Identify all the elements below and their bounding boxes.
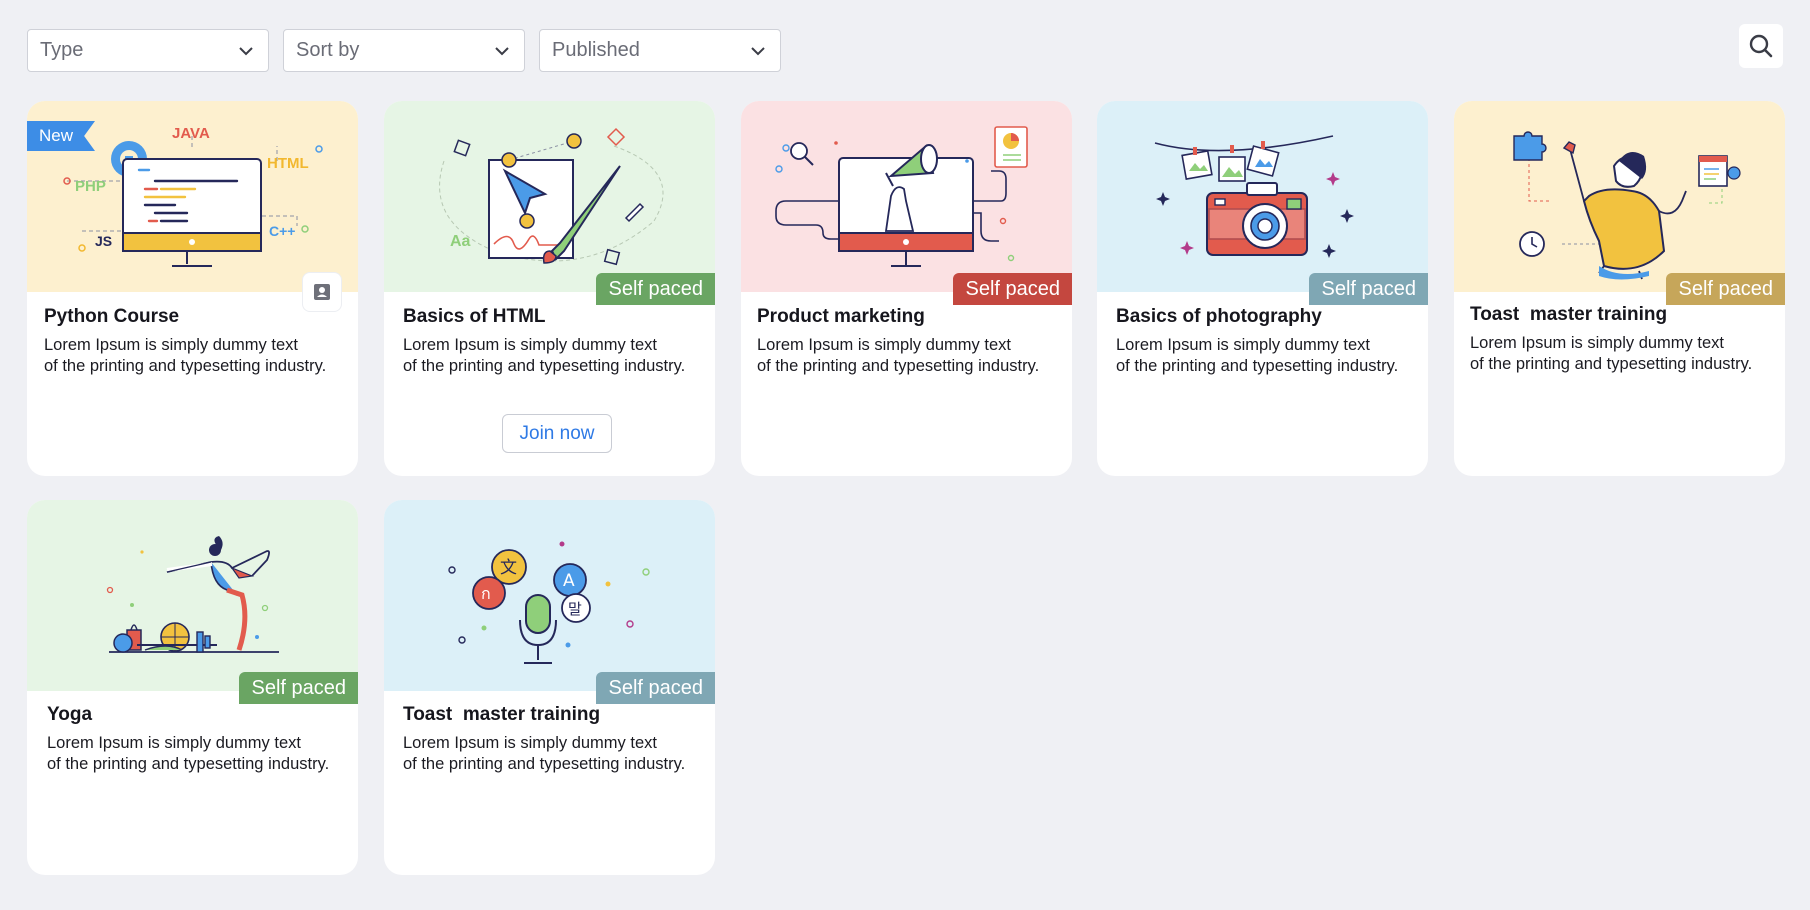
course-card-html[interactable]: Aa Self paced Basics of HTML Lorem Ipsum…	[384, 101, 715, 476]
languages-illustration: 文 ก A 말	[448, 541, 650, 664]
course-card-yoga[interactable]: Self paced Yoga Lorem Ipsum is simply du…	[27, 500, 358, 875]
course-description: Lorem Ipsum is simply dummy text of the …	[1470, 333, 1770, 375]
course-description: Lorem Ipsum is simply dummy text of the …	[44, 335, 344, 377]
svg-text:A: A	[563, 571, 575, 591]
sort-by-dropdown[interactable]: Sort by	[283, 29, 525, 72]
description-line: of the printing and typesetting industry…	[403, 755, 686, 773]
course-illustration-languages: 文 ก A 말 Self paced	[384, 500, 715, 704]
self-paced-badge: Self paced	[953, 273, 1072, 305]
svg-text:말: 말	[568, 600, 582, 618]
description-line: of the printing and typesetting industry…	[1116, 357, 1399, 375]
contact-card-icon[interactable]	[303, 273, 341, 311]
course-title: Product marketing	[757, 306, 925, 327]
course-description: Lorem Ipsum is simply dummy text of the …	[757, 335, 1057, 377]
course-illustration-design: Aa Self paced	[384, 101, 715, 305]
contact-card-icon-glyph	[314, 284, 330, 300]
course-title: Python Course	[44, 306, 180, 327]
design-illustration: Aa	[439, 127, 664, 266]
type-filter-label: Type	[40, 39, 84, 61]
aa-label: Aa	[450, 233, 471, 250]
js-label: JS	[95, 233, 112, 249]
course-illustration-presenter: Self paced	[1454, 101, 1785, 305]
filter-toolbar: Type Sort by Published	[0, 0, 1810, 100]
description-line: Lorem Ipsum is simply dummy text	[47, 734, 301, 752]
course-description: Lorem Ipsum is simply dummy text of the …	[403, 335, 703, 377]
chevron-down-icon	[239, 46, 253, 55]
published-filter-dropdown[interactable]: Published	[539, 29, 781, 72]
course-illustration-yoga: Self paced	[27, 500, 358, 704]
chevron-down-icon	[495, 46, 509, 55]
presenter-illustration	[1513, 131, 1741, 280]
sort-by-label: Sort by	[296, 39, 360, 61]
join-now-button[interactable]: Join now	[502, 414, 612, 453]
course-title: Yoga	[47, 704, 93, 725]
self-paced-badge: Self paced	[596, 273, 715, 305]
course-title: Basics of HTML	[403, 306, 546, 327]
description-line: Lorem Ipsum is simply dummy text	[44, 336, 298, 354]
course-card-python[interactable]: JAVA HTML PHP JS C++ New Python Course L…	[27, 101, 358, 476]
svg-text:文: 文	[500, 558, 517, 578]
course-description: Lorem Ipsum is simply dummy text of the …	[403, 733, 703, 775]
search-button[interactable]	[1739, 24, 1783, 68]
course-card-toastmaster-languages[interactable]: 文 ก A 말 Self paced Toast master training…	[384, 500, 715, 875]
yoga-illustration	[106, 536, 279, 653]
self-paced-badge: Self paced	[239, 672, 358, 704]
search-icon	[1749, 34, 1773, 58]
cpp-label: C++	[269, 223, 295, 239]
published-filter-label: Published	[552, 39, 640, 61]
type-filter-dropdown[interactable]: Type	[27, 29, 269, 72]
description-line: Lorem Ipsum is simply dummy text	[403, 734, 657, 752]
photography-illustration	[1154, 135, 1354, 258]
description-line: Lorem Ipsum is simply dummy text	[1470, 334, 1724, 352]
svg-text:ก: ก	[481, 584, 491, 603]
php-label: PHP	[75, 178, 106, 195]
description-line: Lorem Ipsum is simply dummy text	[1116, 336, 1370, 354]
java-label: JAVA	[172, 125, 210, 142]
description-line: Lorem Ipsum is simply dummy text	[757, 336, 1011, 354]
description-line: of the printing and typesetting industry…	[403, 357, 686, 375]
course-card-toastmaster[interactable]: Self paced Toast master training Lorem I…	[1454, 101, 1785, 476]
course-description: Lorem Ipsum is simply dummy text of the …	[47, 733, 347, 775]
description-line: Lorem Ipsum is simply dummy text	[403, 336, 657, 354]
course-illustration-coding: JAVA HTML PHP JS C++ New	[27, 101, 358, 292]
course-illustration-marketing: Self paced	[741, 101, 1072, 305]
course-illustration-photography: Self paced	[1097, 101, 1428, 305]
html-label: HTML	[267, 155, 309, 172]
description-line: of the printing and typesetting industry…	[1470, 355, 1753, 373]
marketing-illustration	[775, 126, 1028, 267]
description-line: of the printing and typesetting industry…	[757, 357, 1040, 375]
course-title: Basics of photography	[1116, 306, 1322, 327]
course-title: Toast master training	[1470, 304, 1668, 325]
course-description: Lorem Ipsum is simply dummy text of the …	[1116, 335, 1416, 377]
self-paced-badge: Self paced	[1309, 273, 1428, 305]
course-card-photography[interactable]: Self paced Basics of photography Lorem I…	[1097, 101, 1428, 476]
course-card-marketing[interactable]: Self paced Product marketing Lorem Ipsum…	[741, 101, 1072, 476]
description-line: of the printing and typesetting industry…	[47, 755, 330, 773]
self-paced-badge: Self paced	[596, 672, 715, 704]
course-title: Toast master training	[403, 704, 601, 725]
chevron-down-icon	[751, 46, 765, 55]
description-line: of the printing and typesetting industry…	[44, 357, 327, 375]
self-paced-badge: Self paced	[1666, 273, 1785, 305]
